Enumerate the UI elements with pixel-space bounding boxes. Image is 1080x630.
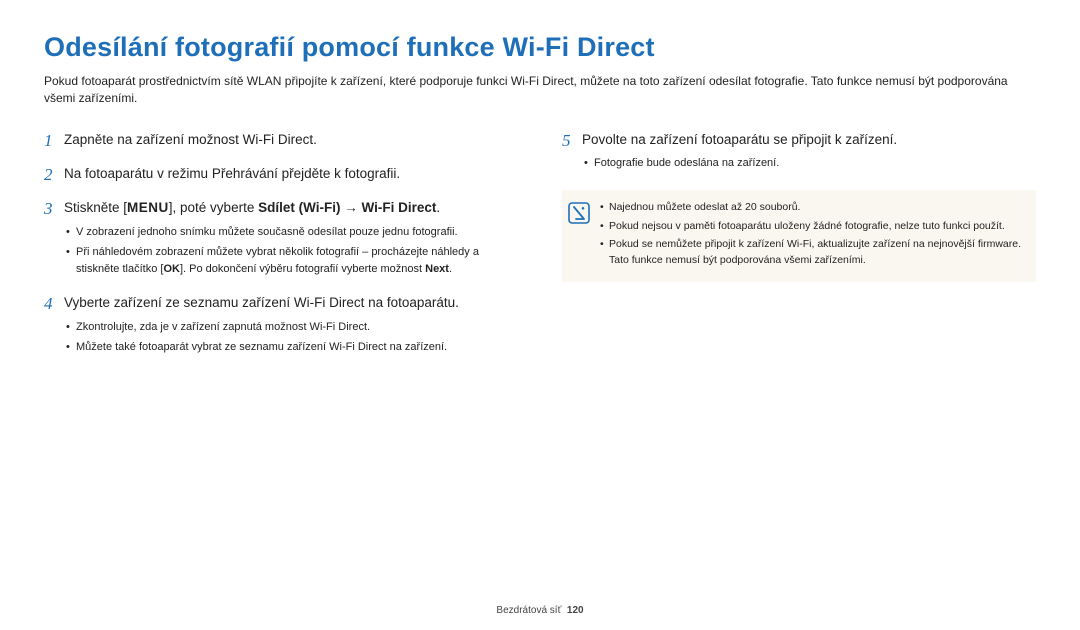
step-text: Zapněte na zařízení možnost Wi-Fi Direct… bbox=[64, 130, 518, 150]
step-number: 5 bbox=[562, 130, 582, 176]
text-fragment: ], poté vyberte bbox=[169, 200, 258, 215]
step-4: 4 Vyberte zařízení ze seznamu zařízení W… bbox=[44, 293, 518, 360]
list-item: Můžete také fotoaparát vybrat ze seznamu… bbox=[64, 339, 518, 356]
step-text: Povolte na zařízení fotoaparátu se připo… bbox=[582, 130, 1036, 150]
text-fragment: . bbox=[436, 200, 440, 215]
note-item: Pokud nejsou v paměti fotoaparátu uložen… bbox=[598, 219, 1026, 235]
step-number: 4 bbox=[44, 293, 64, 360]
footer-page-number: 120 bbox=[567, 605, 584, 616]
step-text: Vyberte zařízení ze seznamu zařízení Wi-… bbox=[64, 293, 518, 313]
step-2: 2 Na fotoaparátu v režimu Přehrávání pře… bbox=[44, 164, 518, 186]
step-number: 2 bbox=[44, 164, 64, 186]
bold-text: Wi-Fi Direct bbox=[361, 200, 436, 215]
right-column: 5 Povolte na zařízení fotoaparátu se při… bbox=[562, 130, 1036, 372]
ok-button-glyph: OK bbox=[163, 263, 180, 275]
intro-text: Pokud fotoaparát prostřednictvím sítě WL… bbox=[44, 73, 1036, 108]
list-item: Při náhledovém zobrazení můžete vybrat n… bbox=[64, 244, 518, 277]
menu-button-glyph: MENU bbox=[127, 200, 169, 215]
note-item: Najednou můžete odeslat až 20 souborů. bbox=[598, 200, 1026, 216]
step-number: 1 bbox=[44, 130, 64, 152]
list-item: Fotografie bude odeslána na zařízení. bbox=[582, 155, 1036, 172]
arrow-glyph: → bbox=[340, 200, 361, 215]
step-1: 1 Zapněte na zařízení možnost Wi-Fi Dire… bbox=[44, 130, 518, 152]
note-box: Najednou můžete odeslat až 20 souborů. P… bbox=[562, 190, 1036, 282]
step-3: 3 Stiskněte [MENU], poté vyberte Sdílet … bbox=[44, 198, 518, 281]
step-text: Stiskněte [MENU], poté vyberte Sdílet (W… bbox=[64, 198, 518, 218]
footer-section: Bezdrátová síť bbox=[496, 605, 561, 616]
text-fragment: ]. Po dokončení výběru fotografií vybert… bbox=[180, 263, 425, 275]
note-item: Pokud se nemůžete připojit k zařízení Wi… bbox=[598, 237, 1026, 269]
page-title: Odesílání fotografií pomocí funkce Wi-Fi… bbox=[44, 32, 1036, 63]
step-number: 3 bbox=[44, 198, 64, 281]
page-footer: Bezdrátová síť 120 bbox=[0, 605, 1080, 616]
list-item: V zobrazení jednoho snímku můžete součas… bbox=[64, 224, 518, 241]
bold-text: Next bbox=[425, 263, 449, 275]
text-fragment: . bbox=[449, 263, 452, 275]
bold-text: Sdílet (Wi-Fi) bbox=[258, 200, 340, 215]
step-text: Na fotoaparátu v režimu Přehrávání přejd… bbox=[64, 164, 518, 184]
list-item: Zkontrolujte, zda je v zařízení zapnutá … bbox=[64, 319, 518, 336]
step-5: 5 Povolte na zařízení fotoaparátu se při… bbox=[562, 130, 1036, 176]
note-icon bbox=[568, 202, 590, 224]
left-column: 1 Zapněte na zařízení možnost Wi-Fi Dire… bbox=[44, 130, 518, 372]
text-fragment: Stiskněte [ bbox=[64, 200, 127, 215]
